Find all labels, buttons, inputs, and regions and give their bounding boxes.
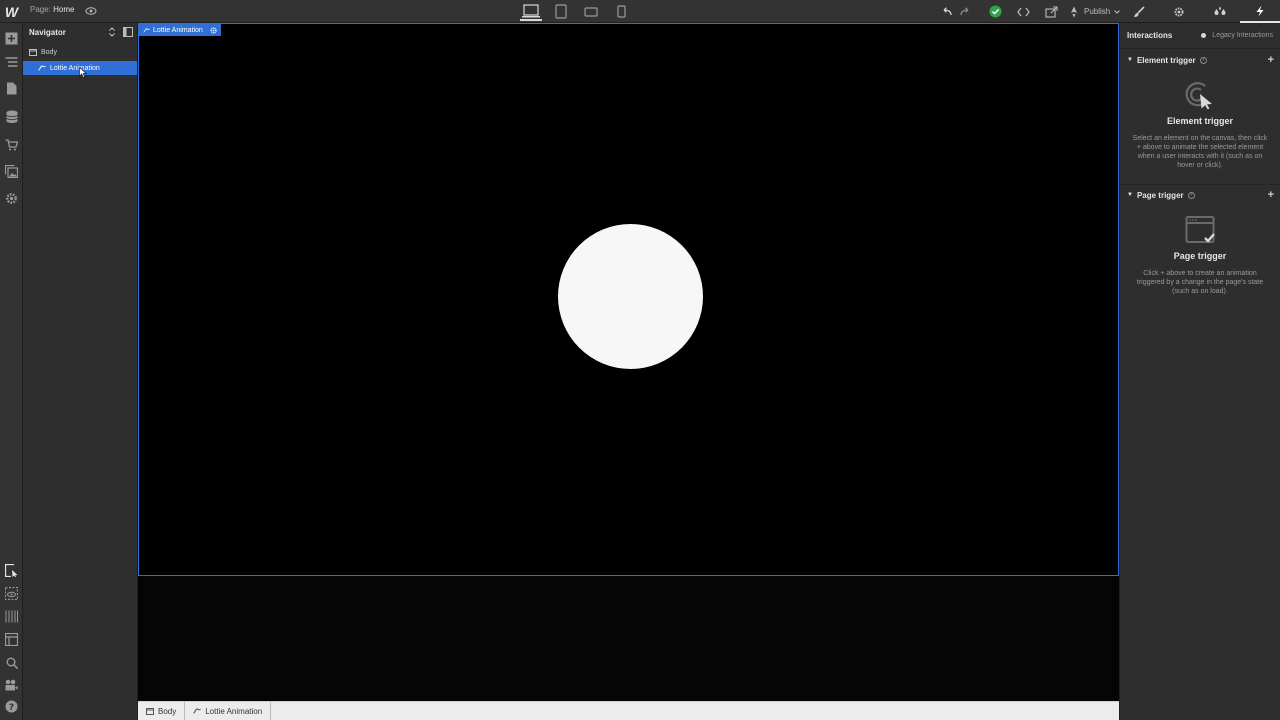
- page-trigger-header[interactable]: ▼ Page trigger ? +: [1120, 185, 1280, 205]
- navigator-item-label: Lottie Animation: [50, 64, 100, 72]
- help-icon[interactable]: ?: [1199, 56, 1207, 64]
- help-question-icon[interactable]: ?: [4, 699, 19, 714]
- style-brush-icon[interactable]: [1119, 0, 1159, 23]
- redo-icon[interactable]: [956, 3, 974, 20]
- pages-icon[interactable]: [4, 81, 19, 96]
- navigator-icon[interactable]: [4, 55, 19, 70]
- lottie-icon: [38, 65, 46, 71]
- desktop-icon[interactable]: [520, 2, 542, 21]
- lottie-icon: [143, 27, 150, 33]
- add-element-trigger-button[interactable]: +: [1268, 54, 1274, 66]
- navigator-item-body[interactable]: Body: [23, 45, 137, 59]
- breadcrumb-label: Lottie Animation: [205, 706, 263, 716]
- search-icon[interactable]: [4, 655, 19, 670]
- assets-images-icon[interactable]: [4, 164, 19, 179]
- add-page-trigger-button[interactable]: +: [1268, 189, 1274, 201]
- add-panel-icon[interactable]: [4, 31, 19, 46]
- navigator-header: Navigator: [23, 23, 137, 42]
- page-trigger-window-icon: [1183, 213, 1217, 247]
- interactions-header: Interactions Legacy Interactions: [1120, 23, 1280, 49]
- ecommerce-cart-icon[interactable]: [4, 137, 19, 152]
- page-trigger-description: Click + above to create an animation tri…: [1136, 270, 1264, 295]
- element-settings-gear-icon[interactable]: [210, 26, 217, 34]
- selected-element-label: Lottie Animation: [153, 26, 203, 34]
- cms-database-icon[interactable]: [4, 109, 19, 124]
- top-bar: W Page: Home Publish: [0, 0, 1280, 23]
- animation-circle: [558, 224, 703, 369]
- dock-panel-icon[interactable]: [123, 27, 133, 37]
- left-toolbar: ?: [0, 23, 23, 720]
- breakpoint-switcher: [520, 2, 632, 21]
- preview-eye-icon[interactable]: [85, 5, 97, 17]
- selected-element-tag[interactable]: Lottie Animation: [139, 24, 221, 36]
- body-box-icon: [29, 48, 37, 56]
- page-trigger-header-label: Page trigger: [1136, 190, 1184, 200]
- undo-icon[interactable]: [938, 3, 956, 20]
- page-name: Home: [53, 5, 75, 14]
- element-trigger-section: Element trigger Select an element on the…: [1120, 70, 1280, 185]
- breadcrumb-item-body[interactable]: Body: [138, 701, 186, 720]
- style-manager-drops-icon[interactable]: [1200, 0, 1240, 23]
- layout-template-icon[interactable]: [4, 632, 19, 647]
- element-trigger-cursor-icon: [1183, 78, 1217, 112]
- toggle-dot-icon: [1201, 33, 1207, 38]
- video-tutorials-icon[interactable]: [4, 677, 19, 692]
- export-icon[interactable]: [1042, 3, 1060, 20]
- top-bar-actions: Publish: [938, 3, 1121, 20]
- lottie-icon: [193, 708, 202, 714]
- webflow-logo[interactable]: W: [0, 0, 23, 23]
- caret-down-icon: ▼: [1127, 57, 1133, 63]
- select-element-cursor-icon[interactable]: [4, 563, 19, 578]
- breadcrumb: Body Lottie Animation: [138, 701, 1119, 720]
- legacy-interactions-label: Legacy Interactions: [1212, 32, 1273, 39]
- tablet-icon[interactable]: [550, 2, 572, 21]
- navigator-panel: Navigator Body Lottie Animation: [23, 23, 138, 720]
- navigator-item-label: Body: [41, 48, 57, 56]
- breadcrumb-item-lottie-animation[interactable]: Lottie Animation: [185, 701, 272, 720]
- svg-text:?: ?: [9, 703, 14, 713]
- preview-selection-icon[interactable]: [4, 586, 19, 601]
- code-icon[interactable]: [1014, 3, 1032, 20]
- element-trigger-header[interactable]: ▼ Element trigger ? +: [1120, 50, 1280, 70]
- navigator-title: Navigator: [29, 28, 66, 37]
- interactions-title: Interactions: [1127, 31, 1173, 40]
- design-canvas[interactable]: Lottie Animation: [138, 23, 1119, 701]
- page-trigger-title: Page trigger: [1173, 251, 1227, 261]
- breadcrumb-label: Body: [158, 706, 177, 716]
- settings-cog-icon[interactable]: [4, 191, 19, 206]
- rocket-icon: [1071, 6, 1077, 17]
- saved-check-icon: [986, 3, 1004, 20]
- page-selector[interactable]: Page: Home: [30, 5, 74, 14]
- legacy-interactions-toggle[interactable]: Legacy Interactions: [1201, 32, 1273, 39]
- caret-down-icon: ▼: [1127, 192, 1133, 198]
- element-trigger-header-label: Element trigger: [1136, 55, 1196, 65]
- mobile-portrait-icon[interactable]: [610, 2, 632, 21]
- publish-label: Publish: [1084, 7, 1111, 16]
- expand-collapse-icon[interactable]: [107, 27, 117, 37]
- settings-gear-icon[interactable]: [1159, 0, 1199, 23]
- interactions-bolt-icon[interactable]: [1239, 0, 1280, 23]
- mouse-cursor-icon: [79, 67, 87, 78]
- lottie-animation-element[interactable]: Lottie Animation: [138, 23, 1119, 576]
- webflow-designer: W Page: Home Publish ? Navigator Body Lo…: [0, 0, 1280, 720]
- grid-columns-icon[interactable]: [4, 609, 19, 624]
- right-panel-tabs: [1119, 0, 1280, 23]
- body-box-icon: [146, 707, 154, 715]
- mobile-landscape-icon[interactable]: [580, 2, 602, 21]
- publish-button[interactable]: Publish: [1068, 6, 1121, 18]
- help-icon[interactable]: ?: [1187, 191, 1195, 199]
- element-trigger-description: Select an element on the canvas, then cl…: [1132, 135, 1268, 169]
- page-prefix: Page:: [30, 5, 51, 14]
- page-trigger-section: Page trigger Click + above to create an …: [1120, 205, 1280, 310]
- element-trigger-title: Element trigger: [1166, 116, 1233, 126]
- interactions-panel: Interactions Legacy Interactions ▼ Eleme…: [1119, 23, 1280, 720]
